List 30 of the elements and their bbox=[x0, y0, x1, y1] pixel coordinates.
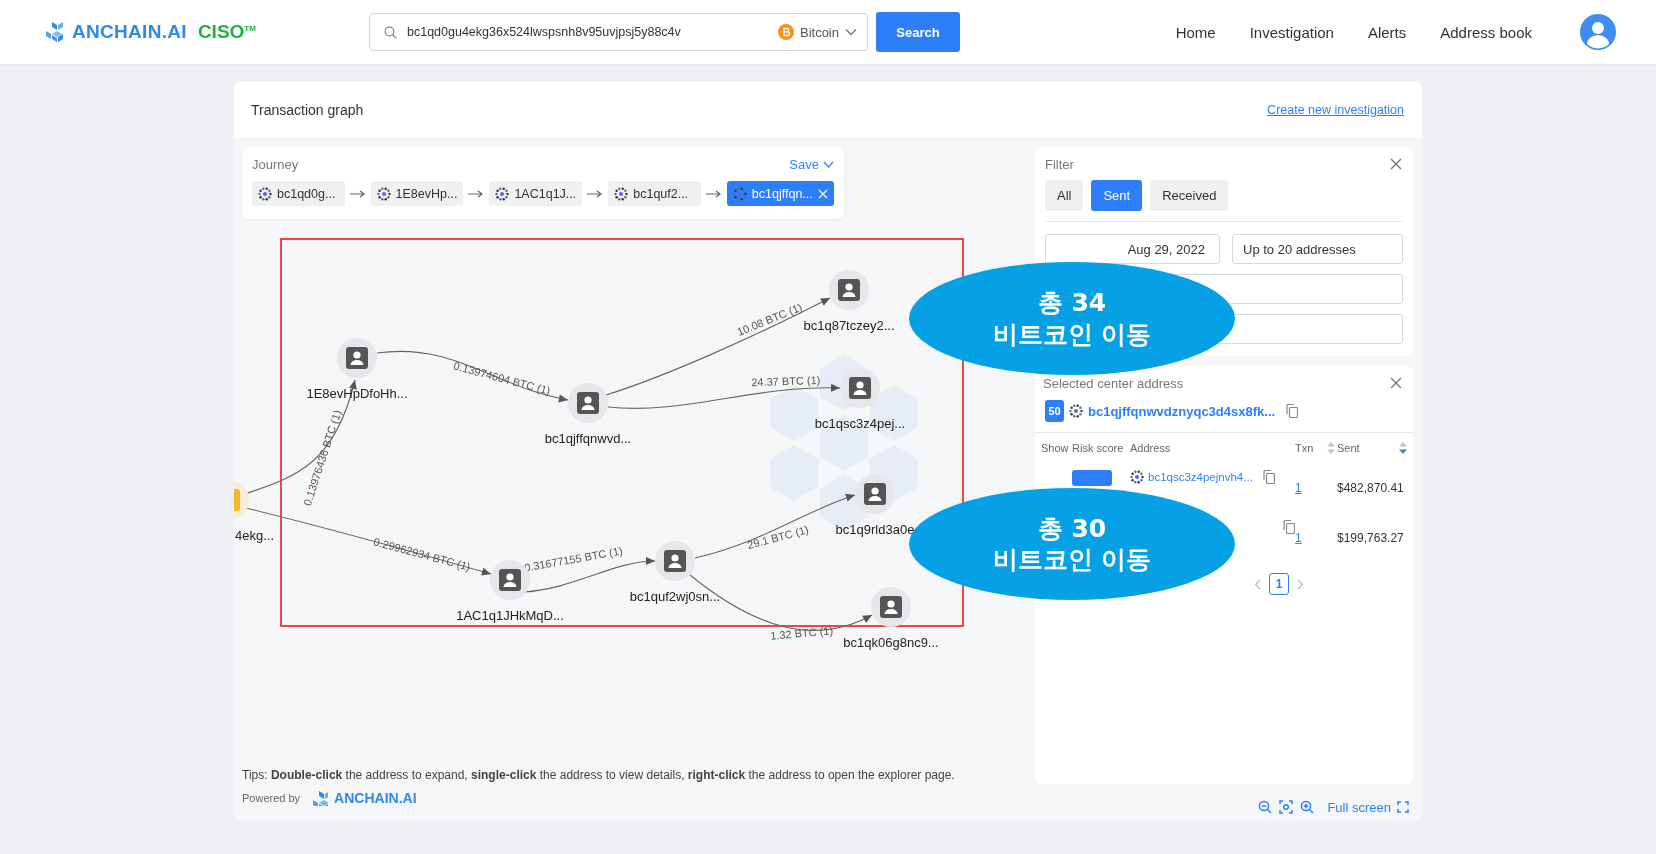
address-label: 4ekg... bbox=[235, 528, 275, 543]
brand-name: ANCHAIN.AI bbox=[72, 21, 187, 43]
address-label: 1AC1q1JHkMqD... bbox=[456, 608, 564, 623]
risk-score-badge: 50 bbox=[1045, 400, 1064, 422]
table-cell: $199,763.27 bbox=[1337, 531, 1404, 545]
tips-text: Tips: Double-click the address to expand, single-click the address to view details, right-click the address to open the explorer page. bbox=[241, 767, 956, 784]
panel-title: Filter bbox=[1045, 156, 1074, 172]
address-label: 1E8evHpDfoHh... bbox=[306, 386, 408, 401]
edge-label: 24.37 BTC (1) bbox=[751, 373, 821, 389]
callout-title: 총 34 bbox=[1037, 287, 1107, 319]
brand-name: ANCHAIN.AI bbox=[334, 789, 417, 806]
edge-label: 1.32 BTC (1) bbox=[769, 624, 834, 642]
address-label: bc1qk06g8nc9... bbox=[843, 635, 939, 650]
edge-label: 10.08 BTC (1) bbox=[735, 300, 804, 338]
edge-label: 29.1 BTC (1) bbox=[746, 523, 810, 552]
address-label: bc1q87tczey2... bbox=[803, 318, 895, 333]
card-title: Transaction graph bbox=[251, 101, 364, 118]
panel-title: Selected center address bbox=[1043, 375, 1184, 391]
address-label: bc1qsc3z4pej... bbox=[814, 416, 906, 431]
table-cell: $482,870.41 bbox=[1337, 481, 1404, 495]
address-label: bc1qjffqnwvd... bbox=[544, 431, 632, 446]
callout-subtitle: 비트코인 이동 bbox=[992, 544, 1152, 576]
panel-title: Journey bbox=[252, 156, 299, 172]
powered-by-text: Powered by bbox=[242, 791, 301, 804]
callout-title: 총 30 bbox=[1037, 512, 1107, 544]
address-label: bc1q9rld3a0e bbox=[835, 522, 915, 537]
product-name: CISO$^{TM}$ bbox=[197, 21, 256, 43]
edge-label: 0.31677155 BTC (1) bbox=[523, 544, 624, 574]
address-label: bc1quf2wj0sn... bbox=[629, 589, 721, 604]
callout-subtitle: 비트코인 이동 bbox=[992, 318, 1152, 350]
